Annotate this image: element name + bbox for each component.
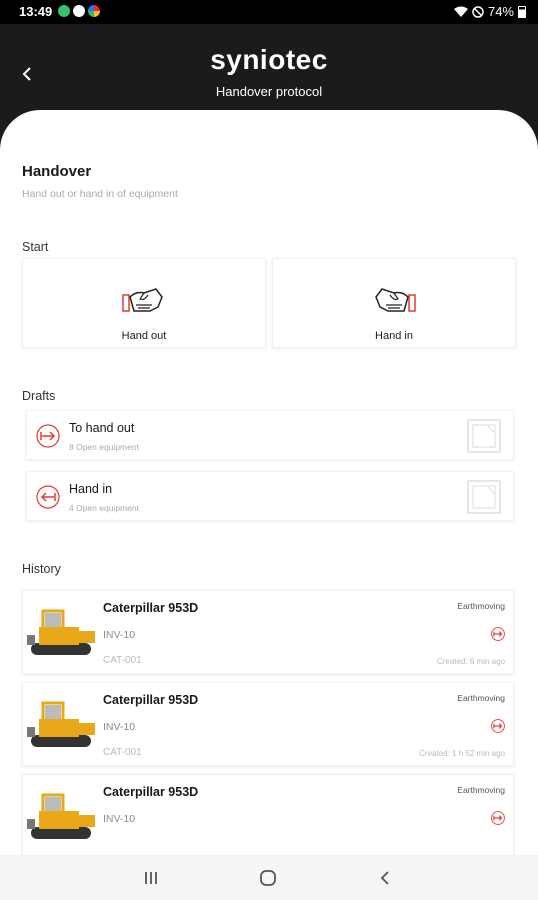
equipment-name: Caterpillar 953D [103,693,199,707]
history-item[interactable]: Caterpillar 953D INV-10 CAT-001 Earthmov… [22,682,514,766]
inventory-number: INV-10 [103,721,136,733]
bulldozer-image [27,793,95,839]
hand-out-arrow-icon [36,424,60,448]
category-label: Earthmoving [457,785,505,795]
hand-in-card[interactable]: Hand in [272,258,516,348]
serial-number: CAT-001 [103,747,142,758]
created-time: Created: 1 h 52 min ago [419,749,505,758]
chat-app-icon [58,5,70,17]
created-time: Created: 6 min ago [436,657,505,666]
battery-icon [518,5,526,18]
page-description: Hand out or hand in of equipment [22,188,178,200]
handshake-in-icon [375,288,416,312]
drafts-section-label: Drafts [22,389,56,403]
page-title: Handover [22,163,92,180]
back-icon[interactable] [376,868,396,888]
draft-name: Hand in [69,482,113,496]
home-icon[interactable] [258,868,278,888]
draft-name: To hand out [69,421,135,435]
page-subtitle: Handover protocol [215,84,323,99]
hand-in-label: Hand in [375,330,413,342]
handshake-out-icon [122,288,163,312]
sync-app-icon [73,5,85,17]
draft-hand-in[interactable]: Hand in 4 Open equipment [26,471,514,521]
serial-number: CAT-001 [103,655,142,666]
inventory-number: INV-10 [103,629,136,641]
dnd-icon [472,5,484,18]
hand-out-label: Hand out [121,330,167,342]
hand-out-arrow-icon [491,627,505,641]
equipment-name: Caterpillar 953D [103,601,199,615]
hand-out-arrow-icon [491,811,505,825]
status-time: 13:49 [19,4,53,19]
hand-out-arrow-icon [491,719,505,733]
status-bar: 13:49 74% [0,0,538,24]
hand-in-arrow-icon [36,485,60,509]
document-icon [467,480,501,514]
category-label: Earthmoving [457,693,505,703]
draft-count: 4 Open equipment [69,503,139,513]
recents-icon[interactable] [141,868,161,888]
color-app-icon [88,5,100,17]
draft-count: 8 Open equipment [69,442,139,452]
brand-logo: syniotec [210,44,328,75]
history-item[interactable]: Caterpillar 953D INV-10 Earthmoving [22,774,514,855]
hand-out-card[interactable]: Hand out [22,258,266,348]
document-icon [467,419,501,453]
battery-percent: 74% [487,4,514,19]
notification-icons [58,5,100,17]
system-nav-bar [0,855,538,900]
content-sheet: Handover Hand out or hand in of equipmen… [0,110,538,855]
equipment-name: Caterpillar 953D [103,785,199,799]
wifi-icon [453,6,468,17]
draft-to-hand-out[interactable]: To hand out 8 Open equipment [26,410,514,460]
history-section-label: History [22,562,61,576]
start-section-label: Start [22,240,49,254]
bulldozer-image [27,701,95,747]
bulldozer-image [27,609,95,655]
inventory-number: INV-10 [103,813,136,825]
history-item[interactable]: Caterpillar 953D INV-10 CAT-001 Earthmov… [22,590,514,674]
category-label: Earthmoving [457,601,505,611]
